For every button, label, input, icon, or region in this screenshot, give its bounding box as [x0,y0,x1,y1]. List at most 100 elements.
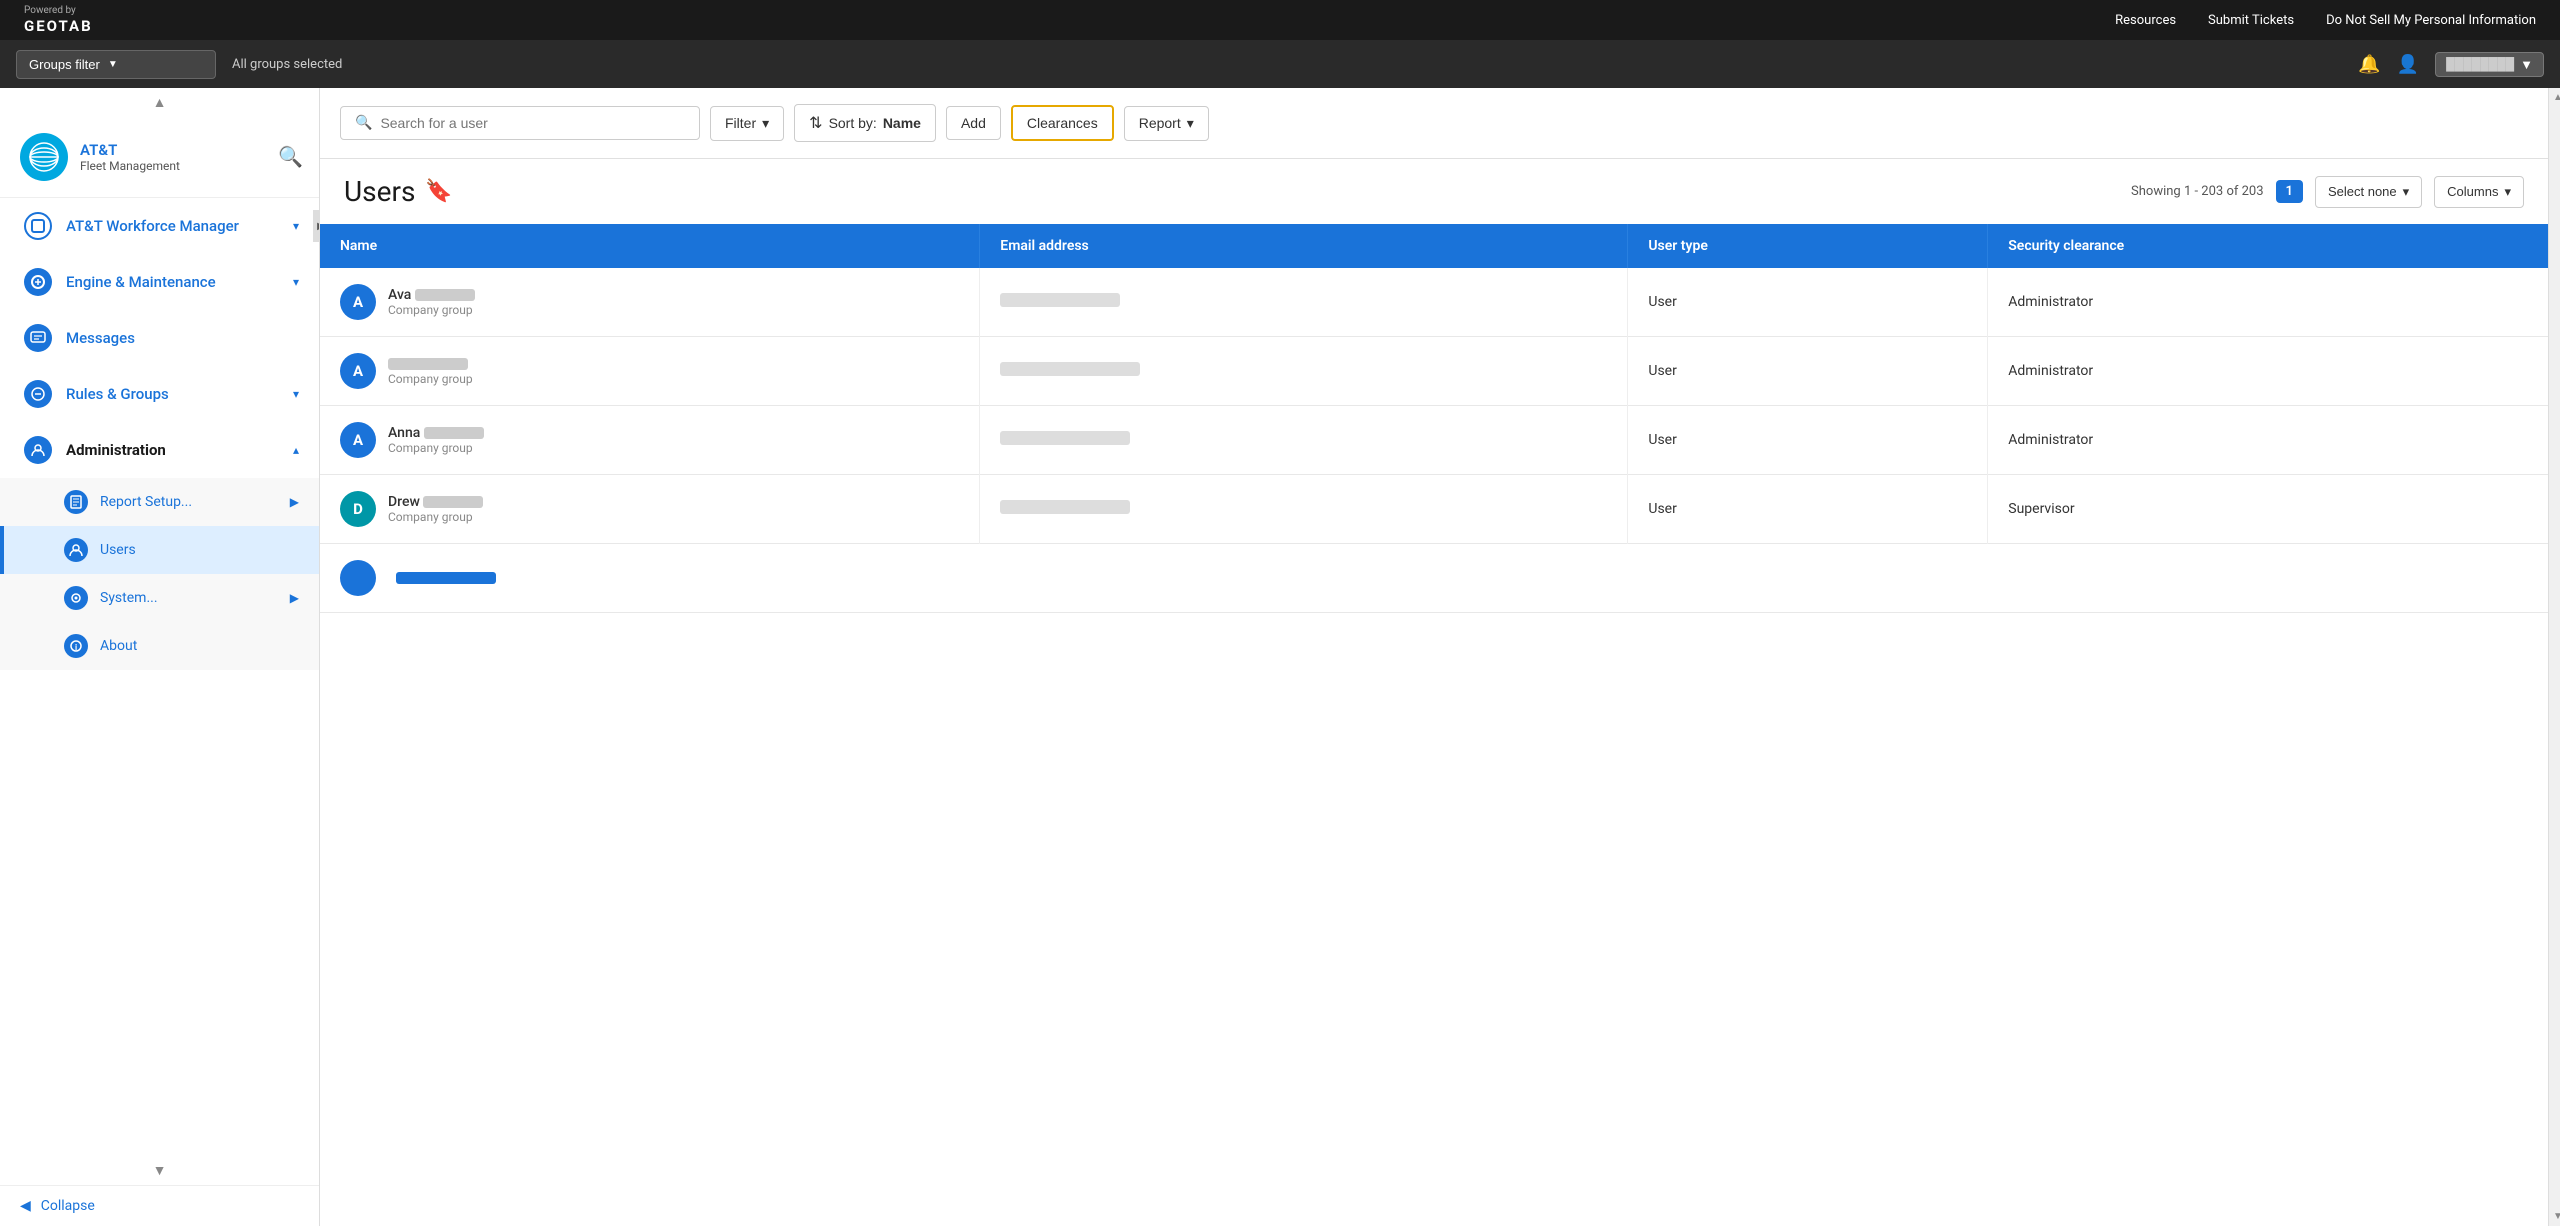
user-account-button[interactable]: ████████ ▼ [2435,52,2544,77]
right-scrollbar[interactable]: ▲ ▼ [2548,88,2560,1226]
report-label: Report [1139,115,1181,131]
att-app-subtitle: Fleet Management [80,159,180,173]
sidebar-item-about[interactable]: i About [0,622,319,670]
avatar: D [340,491,376,527]
sort-label: Sort by: [829,115,877,131]
messages-icon [24,324,52,352]
submit-tickets-link[interactable]: Submit Tickets [2208,13,2294,28]
table-row[interactable]: A Anna Company group UserAdministrator [320,406,2548,475]
system-arrow-icon: ▶ [290,591,299,605]
sort-button[interactable]: ⇅ Sort by: Name [794,104,936,142]
select-none-chevron-icon: ▾ [2403,184,2410,200]
att-workforce-chevron-icon: ▾ [293,219,299,233]
filter-button[interactable]: Filter ▾ [710,106,784,141]
att-workforce-icon [24,212,52,240]
showing-text: Showing 1 - 203 of 203 [2131,184,2264,199]
sidebar-search-button[interactable]: 🔍 [278,145,303,170]
about-icon: i [64,634,88,658]
table-row[interactable]: D Drew Company group UserSupervisor [320,475,2548,544]
engine-maintenance-label: Engine & Maintenance [66,273,279,291]
security-clearance-cell: Administrator [1988,337,2548,406]
sidebar-item-users[interactable]: Users [0,526,319,574]
avatar: A [340,284,376,320]
user-name: Ava [388,287,475,303]
powered-by-text: Powered by GEOTAB [24,5,93,35]
administration-icon [24,436,52,464]
table-row[interactable]: A Ava Company group UserAdministrator [320,268,2548,337]
brand-logo: Powered by GEOTAB [24,5,93,35]
svg-text:i: i [75,643,77,652]
user-email-cell [980,475,1628,544]
sidebar-item-administration[interactable]: Administration ▴ [0,422,319,478]
administration-subnav: Report Setup... ▶ Users System... [0,478,319,670]
security-clearance-cell: Administrator [1988,268,2548,337]
sidebar-header: AT&T Fleet Management 🔍 [0,117,319,198]
sidebar-nav: AT&T Workforce Manager ▾ ▶ Engine & Main… [0,198,319,1156]
scroll-down-arrow[interactable]: ▼ [2549,1207,2560,1226]
about-label: About [100,638,137,654]
messages-label: Messages [66,329,299,347]
report-setup-icon [64,490,88,514]
resources-link[interactable]: Resources [2115,13,2176,28]
sidebar-item-messages[interactable]: Messages [0,310,319,366]
sort-value: Name [883,115,921,131]
att-logo-svg [24,137,64,177]
user-name-cell: A Company group [320,337,980,406]
table-row[interactable]: A Company group UserAdministrator [320,337,2548,406]
sidebar-scroll-up[interactable]: ▲ [0,88,319,117]
sidebar: ▲ AT&T Fleet Management 🔍 [0,88,320,1226]
users-area: Users 🔖 Showing 1 - 203 of 203 1 Select … [320,159,2548,1226]
report-button[interactable]: Report ▾ [1124,106,1209,141]
columns-button[interactable]: Columns ▾ [2434,176,2524,208]
users-title-group: Users 🔖 [344,175,453,208]
do-not-sell-link[interactable]: Do Not Sell My Personal Information [2326,13,2536,28]
user-type-cell: User [1628,406,1988,475]
col-name[interactable]: Name [320,224,980,268]
col-user-type[interactable]: User type [1628,224,1988,268]
engine-maintenance-chevron-icon: ▾ [293,275,299,289]
user-icon[interactable]: 👤 [2397,54,2419,75]
user-name-cell: A Anna Company group [320,406,980,475]
sidebar-item-att-workforce[interactable]: AT&T Workforce Manager ▾ ▶ [0,198,319,254]
security-clearance-cell: Supervisor [1988,475,2548,544]
filter-chevron-icon: ▾ [762,115,769,132]
report-chevron-icon: ▾ [1187,115,1194,132]
email-redacted [1000,362,1140,376]
sidebar-collapse-row[interactable]: ◀ Collapse [0,1185,319,1226]
groups-filter-button[interactable]: Groups filter ▼ [16,50,216,79]
user-group: Company group [388,303,475,317]
user-type-cell: User [1628,268,1988,337]
add-label: Add [961,115,986,131]
groups-bar-right: 🔔 👤 ████████ ▼ [2358,52,2544,77]
users-icon [64,538,88,562]
users-subnav-label: Users [100,542,136,558]
users-header: Users 🔖 Showing 1 - 203 of 203 1 Select … [320,159,2548,224]
sidebar-collapse-arrow[interactable]: ▶ [313,210,320,242]
clearances-button[interactable]: Clearances [1011,105,1114,141]
select-none-button[interactable]: Select none ▾ [2315,176,2422,208]
scroll-track[interactable] [2549,107,2560,1207]
search-input[interactable] [380,115,685,131]
groups-filter-label: Groups filter [29,57,100,72]
groups-filter-chevron-icon: ▼ [108,59,118,70]
col-email[interactable]: Email address [980,224,1628,268]
security-clearance-cell: Administrator [1988,406,2548,475]
sidebar-item-rules-groups[interactable]: Rules & Groups ▾ [0,366,319,422]
top-nav-links: Resources Submit Tickets Do Not Sell My … [2115,13,2536,28]
table-row[interactable] [320,544,2548,613]
scroll-up-arrow[interactable]: ▲ [2549,88,2560,107]
sidebar-scroll-down[interactable]: ▼ [0,1156,319,1185]
avatar: A [340,422,376,458]
search-box[interactable]: 🔍 [340,106,700,140]
toolbar: 🔍 Filter ▾ ⇅ Sort by: Name Add Clearance… [320,88,2548,159]
notification-bell-icon[interactable]: 🔔 [2358,54,2380,75]
search-icon: 🔍 [355,115,372,131]
sidebar-item-system[interactable]: System... ▶ [0,574,319,622]
sidebar-item-engine-maintenance[interactable]: Engine & Maintenance ▾ [0,254,319,310]
sidebar-item-report-setup[interactable]: Report Setup... ▶ [0,478,319,526]
col-security-clearance[interactable]: Security clearance [1988,224,2548,268]
page-number-badge[interactable]: 1 [2276,180,2303,203]
bookmark-icon[interactable]: 🔖 [425,179,452,204]
add-button[interactable]: Add [946,106,1001,140]
groups-selected-text: All groups selected [232,57,342,72]
